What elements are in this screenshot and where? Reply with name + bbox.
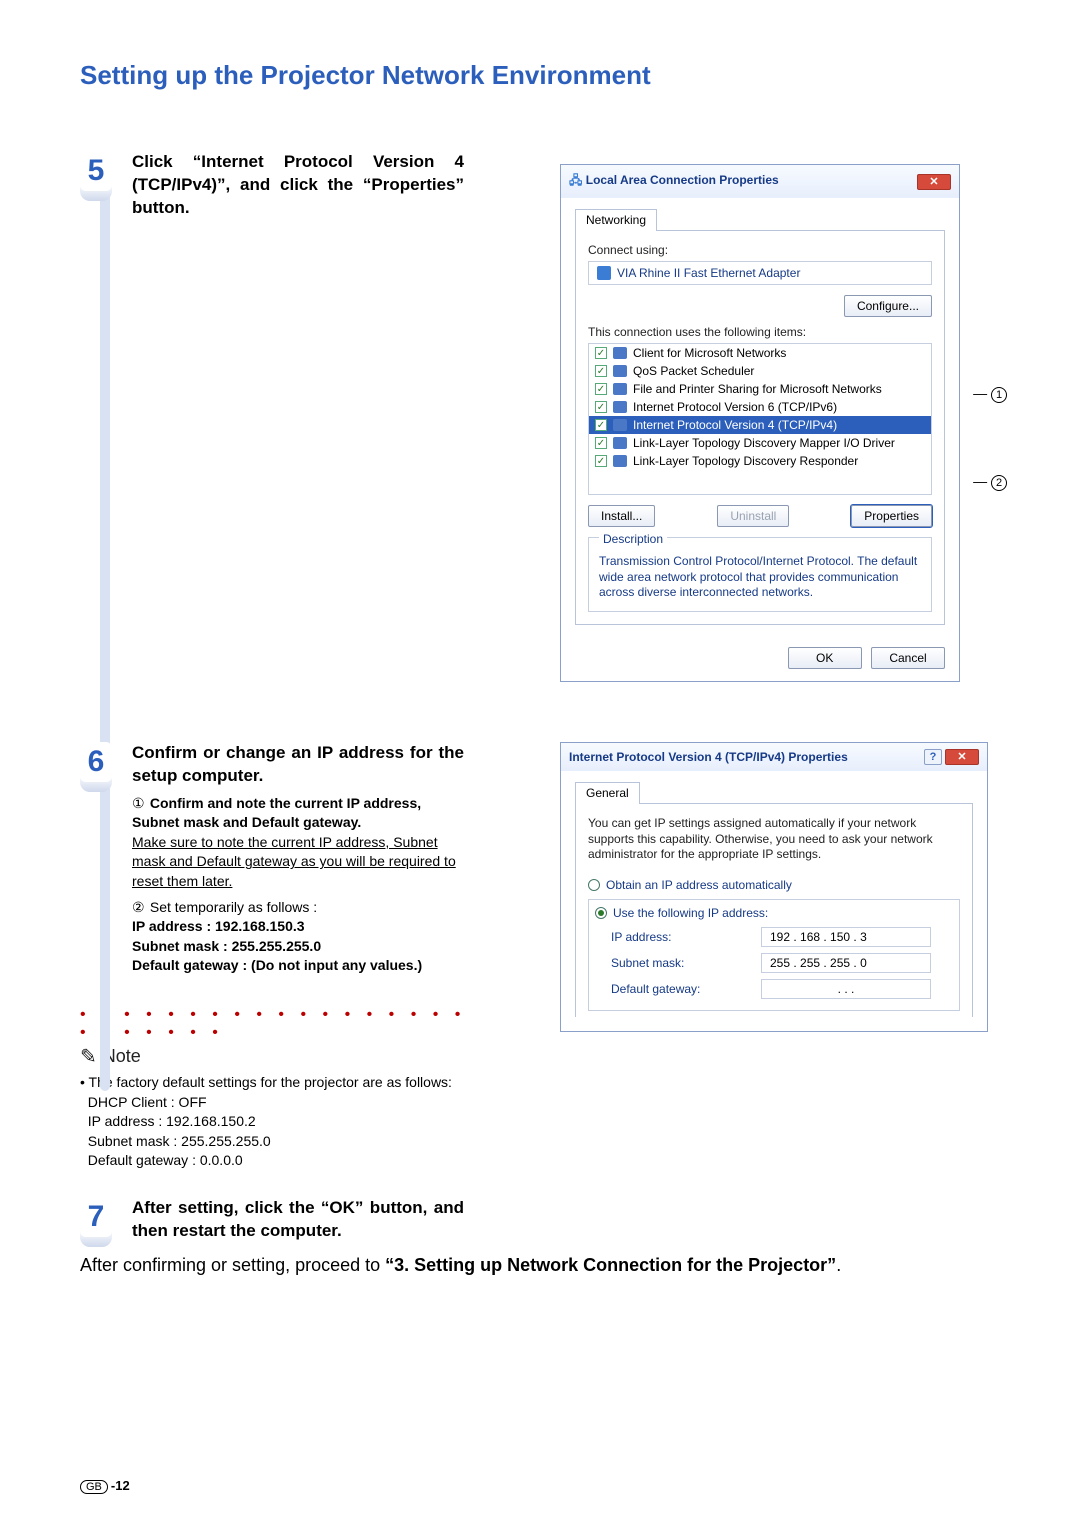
service-icon: [613, 455, 627, 467]
page-title: Setting up the Projector Network Environ…: [80, 60, 1000, 91]
service-icon: [613, 401, 627, 413]
mask-row: Subnet mask:255 . 255 . 255 . 0: [589, 950, 959, 976]
connect-using-label: Connect using:: [588, 243, 932, 257]
list-item[interactable]: ✓Link-Layer Topology Discovery Mapper I/…: [589, 434, 931, 452]
checkbox-icon[interactable]: ✓: [595, 347, 607, 359]
list-item-ipv4[interactable]: ✓Internet Protocol Version 4 (TCP/IPv4): [589, 416, 931, 434]
checkbox-icon[interactable]: ✓: [595, 365, 607, 377]
adapter-field[interactable]: VIA Rhine II Fast Ethernet Adapter: [588, 261, 932, 285]
note-icon: ✎: [80, 1044, 97, 1069]
win1-title: Local Area Connection Properties: [586, 173, 779, 187]
note-l4: Default gateway : 0.0.0.0: [88, 1152, 243, 1168]
tab-networking[interactable]: Networking: [575, 209, 657, 231]
lac-properties-dialog: 🖧 Local Area Connection Properties ✕ Net…: [560, 164, 960, 682]
step-7-head: After setting, click the “OK” button, an…: [132, 1197, 464, 1243]
list-item[interactable]: ✓File and Printer Sharing for Microsoft …: [589, 380, 931, 398]
mask-field[interactable]: 255 . 255 . 255 . 0: [761, 953, 931, 973]
ok-button[interactable]: OK: [788, 647, 862, 669]
radio-auto[interactable]: Obtain an IP address automatically: [588, 875, 960, 895]
ip-field[interactable]: 192 . 168 . 150 . 3: [761, 927, 931, 947]
network-icon: 🖧: [569, 173, 582, 187]
checkbox-icon[interactable]: ✓: [595, 455, 607, 467]
service-icon: [613, 419, 627, 431]
properties-button[interactable]: Properties: [851, 505, 932, 527]
step-6: 6 Confirm or change an IP address for th…: [80, 742, 480, 976]
step-7-number: 7: [80, 1197, 112, 1237]
description-text: Transmission Control Protocol/Internet P…: [599, 554, 921, 601]
adapter-icon: [597, 266, 611, 280]
list-item[interactable]: ✓QoS Packet Scheduler: [589, 362, 931, 380]
step6-circ1: ①: [132, 794, 146, 814]
gw-row: Default gateway:. . .: [589, 976, 959, 1002]
checkbox-icon[interactable]: ✓: [595, 419, 607, 431]
service-icon: [613, 437, 627, 449]
step6-circ2: ②: [132, 898, 146, 918]
win2-intro: You can get IP settings assigned automat…: [588, 816, 960, 863]
checkbox-icon[interactable]: ✓: [595, 401, 607, 413]
note-divider: • • • • • • • • • • • • • • • • • • • • …: [80, 1006, 480, 1042]
step6-ip: IP address : 192.168.150.3: [132, 918, 305, 934]
checkbox-icon[interactable]: ✓: [595, 383, 607, 395]
win2-title: Internet Protocol Version 4 (TCP/IPv4) P…: [569, 750, 848, 764]
step-6-head: Confirm or change an IP address for the …: [132, 742, 464, 788]
service-icon: [613, 383, 627, 395]
step-5-head: Click “Internet Protocol Version 4 (TCP/…: [132, 151, 464, 220]
step6-item1-note: Make sure to note the current IP address…: [132, 834, 456, 889]
step-5-number: 5: [80, 151, 112, 191]
radio-icon[interactable]: [588, 879, 600, 891]
callout-1: — 1: [973, 385, 1007, 403]
ipv4-properties-dialog: Internet Protocol Version 4 (TCP/IPv4) P…: [560, 742, 988, 1032]
uses-label: This connection uses the following items…: [588, 325, 932, 339]
radio-static[interactable]: Use the following IP address:: [589, 906, 959, 924]
uninstall-button: Uninstall: [717, 505, 789, 527]
close-icon[interactable]: ✕: [917, 174, 951, 190]
step-7: 7 After setting, click the “OK” button, …: [80, 1197, 480, 1243]
install-button[interactable]: Install...: [588, 505, 655, 527]
cancel-button[interactable]: Cancel: [871, 647, 945, 669]
step6-item2-head: Set temporarily as follows :: [150, 899, 317, 915]
list-item[interactable]: ✓Internet Protocol Version 6 (TCP/IPv6): [589, 398, 931, 416]
service-icon: [613, 347, 627, 359]
list-item[interactable]: ✓Link-Layer Topology Discovery Responder: [589, 452, 931, 470]
step-5: 5 Click “Internet Protocol Version 4 (TC…: [80, 151, 480, 220]
note-bullet: •: [80, 1074, 85, 1090]
gw-field[interactable]: . . .: [761, 979, 931, 999]
description-legend: Description: [599, 532, 667, 546]
list-item[interactable]: ✓Client for Microsoft Networks: [589, 344, 931, 362]
callout-2: — 2: [973, 473, 1007, 491]
note-l2: IP address : 192.168.150.2: [88, 1113, 256, 1129]
service-icon: [613, 365, 627, 377]
connection-items-list[interactable]: ✓Client for Microsoft Networks ✓QoS Pack…: [588, 343, 932, 495]
configure-button[interactable]: Configure...: [844, 295, 932, 317]
step6-item1-head: Confirm and note the current IP address,…: [132, 795, 421, 831]
step6-mask: Subnet mask : 255.255.255.0: [132, 938, 321, 954]
close-icon[interactable]: ✕: [945, 749, 979, 765]
after-text: After confirming or setting, proceed to …: [80, 1253, 1000, 1278]
note-intro: The factory default settings for the pro…: [89, 1074, 452, 1090]
note-heading: ✎ Note: [80, 1044, 480, 1069]
help-icon[interactable]: ?: [924, 749, 942, 765]
step6-gw: Default gateway : (Do not input any valu…: [132, 957, 422, 973]
ip-row: IP address:192 . 168 . 150 . 3: [589, 924, 959, 950]
checkbox-icon[interactable]: ✓: [595, 437, 607, 449]
step-6-number: 6: [80, 742, 112, 782]
note-l3: Subnet mask : 255.255.255.0: [88, 1133, 271, 1149]
radio-icon[interactable]: [595, 907, 607, 919]
tab-general[interactable]: General: [575, 782, 640, 804]
note-l1: DHCP Client : OFF: [88, 1094, 207, 1110]
page-number: GB-12: [80, 1478, 130, 1493]
